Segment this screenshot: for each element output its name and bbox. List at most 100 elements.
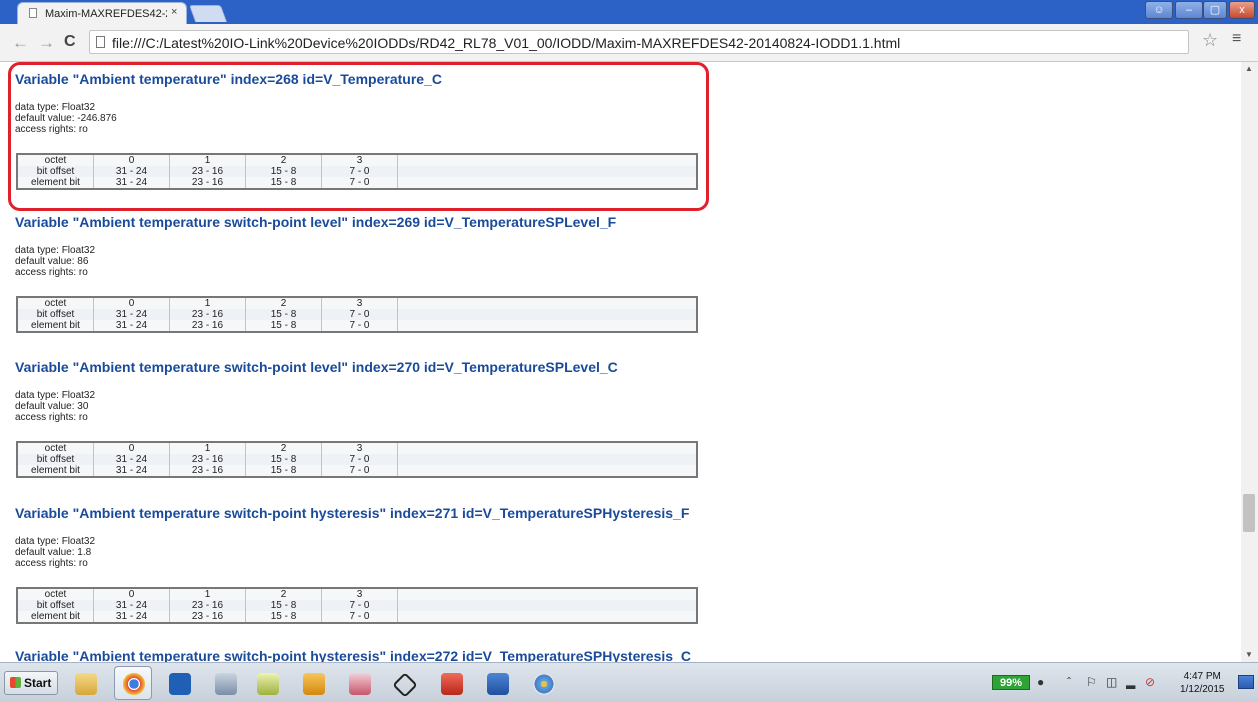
new-tab-button[interactable] [188,5,228,22]
variable-section: Variable "Ambient temperature switch-poi… [15,213,1241,333]
action-center-flag-icon[interactable]: ⚐ [1086,675,1097,689]
table-cell: 7 - 0 [321,454,398,465]
table-cell: 2 [245,442,322,454]
vertical-scrollbar[interactable]: ▲ ▼ [1241,62,1258,662]
volume-muted-icon[interactable]: ⊘ [1145,675,1155,689]
table-cell: 7 - 0 [321,166,398,177]
default-value: default value: 86 [15,256,89,267]
table-cell: 7 - 0 [321,320,398,332]
close-window-button[interactable]: x [1229,1,1255,19]
back-icon[interactable]: ← [12,33,29,53]
variable-info: data type: Float32 default value: 1.8 ac… [15,536,1241,569]
table-cell: octet [17,588,94,600]
table-cell: 1 [169,588,246,600]
scrollbar-thumb[interactable] [1243,494,1255,532]
access-rights: access rights: ro [15,267,88,278]
table-cell: 23 - 16 [169,611,246,623]
menu-icon[interactable]: ≡ [1232,30,1241,48]
url-text[interactable]: file:///C:/Latest%20IO-Link%20Device%20I… [112,35,900,51]
variable-info: data type: Float32 default value: 30 acc… [15,390,1241,423]
tab-close-icon[interactable]: × [171,6,177,18]
table-cell: 7 - 0 [321,177,398,189]
maximize-button[interactable]: ▢ [1203,1,1227,19]
snipping-tool-icon[interactable] [340,666,378,700]
power-plug-icon[interactable]: ● [1037,675,1044,689]
table-cell [398,465,698,477]
browser-tab[interactable]: Maxim-MAXREFDES42-2014C × [17,2,187,24]
browser-toolbar: ← → C file:///C:/Latest%20IO-Link%20Devi… [0,24,1258,62]
outlook-icon[interactable] [160,666,198,700]
outlook-mail-icon[interactable] [294,666,332,700]
table-cell: 31 - 24 [93,320,170,332]
chrome-icon[interactable] [114,666,152,700]
forward-icon[interactable]: → [38,33,55,53]
reload-icon[interactable]: C [64,33,76,51]
table-cell: octet [17,442,94,454]
table-cell: 15 - 8 [245,309,322,320]
variable-section: Variable "Ambient temperature switch-poi… [15,504,1241,624]
table-cell: bit offset [17,309,94,320]
paint-icon[interactable] [524,666,562,700]
table-row: octet 0 1 2 3 [17,588,697,600]
start-label: Start [24,676,52,690]
battery-indicator[interactable]: 99% [992,675,1030,690]
system-clock[interactable]: 4:47 PM 1/12/2015 [1180,670,1225,696]
default-value: default value: -246.876 [15,113,117,124]
table-cell: bit offset [17,166,94,177]
bookmark-star-icon[interactable]: ☆ [1202,30,1218,51]
table-cell: 7 - 0 [321,600,398,611]
table-cell: 0 [93,588,170,600]
scroll-up-icon[interactable]: ▲ [1245,64,1253,73]
tab-title: Maxim-MAXREFDES42-2014C [45,8,167,20]
table-row: octet 0 1 2 3 [17,442,697,454]
table-cell: 3 [321,588,398,600]
file-explorer-icon[interactable] [66,666,104,700]
table-cell [398,177,698,189]
access-rights: access rights: ro [15,124,88,135]
start-button[interactable]: Start [4,671,58,695]
device-icon[interactable]: ◫ [1106,675,1117,689]
data-type: data type: Float32 [15,390,96,401]
variable-heading: Variable "Ambient temperature switch-poi… [15,648,691,662]
clock-time: 4:47 PM [1183,671,1221,682]
word-icon[interactable] [478,666,516,700]
page-icon [29,8,37,18]
table-cell: 15 - 8 [245,177,322,189]
user-profile-button[interactable]: ☺ [1145,1,1173,19]
table-cell: bit offset [17,454,94,465]
variable-heading: Variable "Ambient temperature switch-poi… [15,359,618,375]
show-desktop-button[interactable] [1238,675,1254,689]
table-cell: 23 - 16 [169,600,246,611]
window-titlebar: Maxim-MAXREFDES42-2014C × ☺ – ▢ x [0,0,1258,24]
remote-desktop-icon[interactable] [206,666,244,700]
bit-table: octet 0 1 2 3 bit offset 31 - 24 23 - 16… [16,587,698,624]
network-signal-icon[interactable]: ▂ [1126,675,1135,689]
diagram-tool-icon[interactable] [384,666,422,700]
show-hidden-icons-icon[interactable]: ˆ [1067,675,1071,689]
table-cell [398,611,698,623]
scroll-down-icon[interactable]: ▼ [1245,650,1253,659]
data-type: data type: Float32 [15,536,96,547]
table-cell: 15 - 8 [245,320,322,332]
table-cell [398,309,698,320]
table-row: bit offset 31 - 24 23 - 16 15 - 8 7 - 0 [17,600,697,611]
table-cell: element bit [17,177,94,189]
address-bar[interactable]: file:///C:/Latest%20IO-Link%20Device%20I… [89,30,1189,54]
table-cell: element bit [17,465,94,477]
minimize-button[interactable]: – [1175,1,1203,19]
page-content: Variable "Ambient temperature" index=268… [0,62,1241,662]
table-cell: 23 - 16 [169,166,246,177]
table-cell: 31 - 24 [93,454,170,465]
toolbox-icon[interactable] [432,666,470,700]
table-cell: element bit [17,611,94,623]
table-cell [398,442,698,454]
taskbar: Start 99% ● ˆ ⚐ ◫ ▂ ⊘ 4:47 PM 1/12/2015 [0,662,1258,702]
table-row: element bit 31 - 24 23 - 16 15 - 8 7 - 0 [17,320,697,332]
table-row: element bit 31 - 24 23 - 16 15 - 8 7 - 0 [17,611,697,623]
chart-app-icon[interactable] [248,666,286,700]
table-cell: 7 - 0 [321,611,398,623]
table-cell: 23 - 16 [169,320,246,332]
table-cell: 0 [93,442,170,454]
table-cell: 1 [169,442,246,454]
clock-date: 1/12/2015 [1180,684,1225,695]
